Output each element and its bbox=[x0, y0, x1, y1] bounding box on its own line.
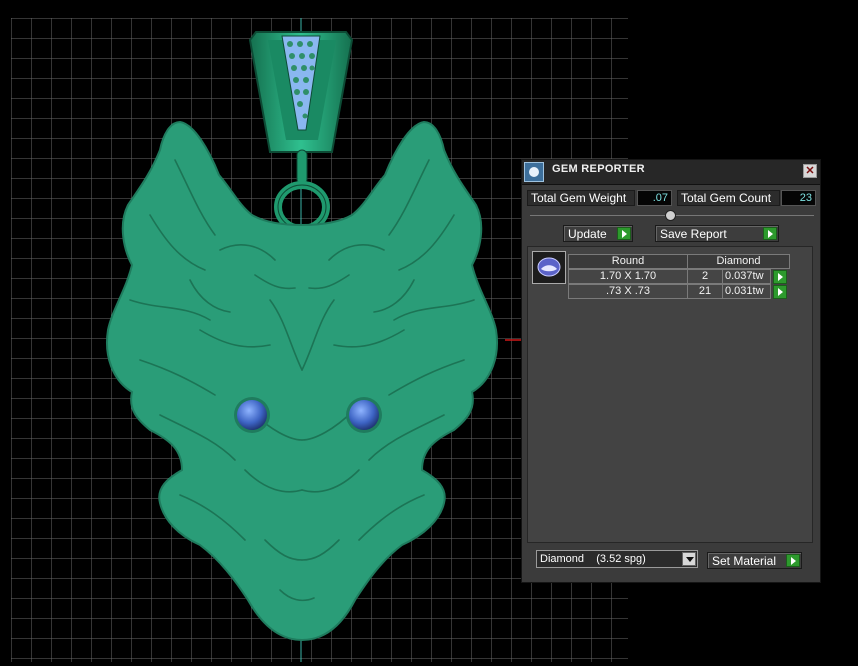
gem-material-header: Diamond bbox=[687, 254, 790, 269]
gem-count: 21 bbox=[687, 284, 723, 299]
right-eye-gem[interactable] bbox=[349, 400, 379, 430]
gem-size: .73 X .73 bbox=[568, 284, 688, 299]
panel-slider-handle[interactable] bbox=[665, 210, 676, 221]
panel-titlebar[interactable]: GEM REPORTER ✕ bbox=[522, 160, 820, 185]
green-arrow-icon bbox=[786, 554, 800, 567]
close-icon[interactable]: ✕ bbox=[803, 164, 817, 178]
save-report-label: Save Report bbox=[660, 227, 727, 241]
green-arrow-icon bbox=[617, 227, 631, 240]
gem-size: 1.70 X 1.70 bbox=[568, 269, 688, 284]
total-gem-weight-value: .07 bbox=[637, 190, 672, 206]
total-gem-count-label: Total Gem Count bbox=[677, 190, 780, 206]
gem-shape-header: Round bbox=[568, 254, 688, 269]
update-label: Update bbox=[568, 227, 607, 241]
total-gem-weight-label: Total Gem Weight bbox=[527, 190, 635, 206]
green-arrow-icon[interactable] bbox=[773, 270, 787, 284]
total-gem-count-value: 23 bbox=[781, 190, 816, 206]
gem-reporter-icon bbox=[524, 162, 544, 182]
round-gem-icon[interactable] bbox=[532, 251, 566, 284]
save-report-button[interactable]: Save Report bbox=[655, 225, 779, 242]
gem-list: Round Diamond 1.70 X 1.70 2 0.037tw .73 … bbox=[527, 246, 813, 543]
set-material-label: Set Material bbox=[712, 554, 777, 568]
left-eye-gem[interactable] bbox=[237, 400, 267, 430]
gem-weight: 0.037tw bbox=[722, 269, 771, 284]
update-button[interactable]: Update bbox=[563, 225, 633, 242]
set-material-button[interactable]: Set Material bbox=[707, 552, 802, 569]
panel-title: GEM REPORTER bbox=[552, 163, 645, 175]
gem-count: 2 bbox=[687, 269, 723, 284]
gem-weight: 0.031tw bbox=[722, 284, 771, 299]
chevron-down-icon[interactable] bbox=[682, 552, 696, 566]
material-select-value: Diamond (3.52 spg) bbox=[540, 553, 646, 565]
material-select[interactable]: Diamond (3.52 spg) bbox=[536, 550, 698, 568]
gem-reporter-panel: GEM REPORTER ✕ Total Gem Weight .07 Tota… bbox=[521, 159, 821, 583]
green-arrow-icon[interactable] bbox=[773, 285, 787, 299]
green-arrow-icon bbox=[763, 227, 777, 240]
